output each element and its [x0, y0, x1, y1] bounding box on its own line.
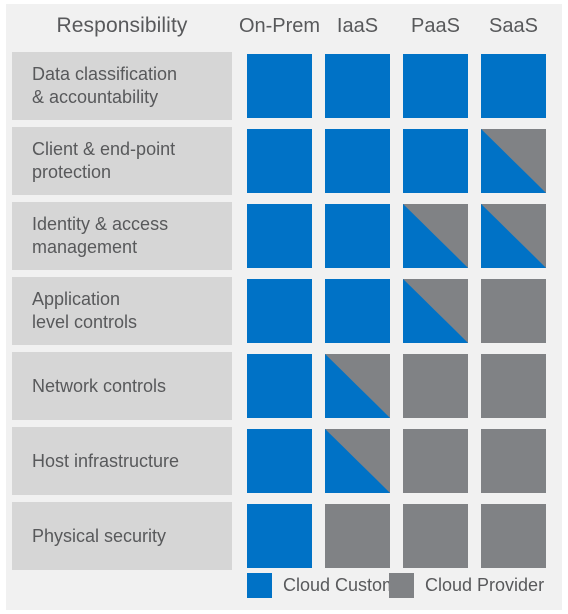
row-label-identity-access-management: Identity & access management [12, 202, 232, 270]
matrix-row: Host infrastructure [6, 427, 562, 495]
matrix-board: Responsibility On-Prem IaaS PaaS SaaS Da… [6, 4, 562, 610]
cell-r2-paas [403, 204, 468, 268]
cell-r1-paas [403, 129, 468, 193]
matrix-row: Data classification & accountability [6, 52, 562, 120]
matrix-row: Application level controls [6, 277, 562, 345]
cell-r5-on-prem [247, 429, 312, 493]
row-label-text: Application level controls [32, 289, 138, 332]
cell-r0-iaas [325, 54, 390, 118]
cell-r6-paas [403, 504, 468, 568]
legend-label-cloud-provider: Cloud Provider [425, 574, 545, 595]
cell-r3-iaas [325, 279, 390, 343]
cell-r0-paas [403, 54, 468, 118]
matrix-header-row: Responsibility On-Prem IaaS PaaS SaaS [6, 4, 562, 48]
row-label-host-infrastructure: Host infrastructure [12, 427, 232, 495]
cell-r1-on-prem [247, 129, 312, 193]
cell-r6-saas [481, 504, 546, 568]
matrix-row: Identity & access management [6, 202, 562, 270]
row-label-text: Data classification & accountability [32, 64, 178, 107]
cell-r1-saas [481, 129, 546, 193]
cell-r0-on-prem [247, 54, 312, 118]
cell-r6-on-prem [247, 504, 312, 568]
header-responsibility: Responsibility [56, 14, 188, 37]
row-label-application-level-controls: Application level controls [12, 277, 232, 345]
cell-r5-iaas [325, 429, 390, 493]
header-column-saas: SaaS [489, 14, 538, 37]
cell-r3-saas [481, 279, 546, 343]
header-column-iaas: IaaS [336, 14, 379, 37]
header-column-paas: PaaS [411, 14, 460, 37]
cell-r3-on-prem [247, 279, 312, 343]
cell-r2-on-prem [247, 204, 312, 268]
cell-r6-iaas [325, 504, 390, 568]
legend: Cloud Customer Cloud Provider [6, 560, 562, 610]
cell-r4-paas [403, 354, 468, 418]
row-label-text: Identity & access management [32, 214, 169, 257]
cell-r2-saas [481, 204, 546, 268]
row-label-network-controls: Network controls [12, 352, 232, 420]
row-label-text: Network controls [32, 375, 167, 396]
cell-r5-saas [481, 429, 546, 493]
row-label-client-endpoint-protection: Client & end-point protection [12, 127, 232, 195]
cell-r2-iaas [325, 204, 390, 268]
cell-r5-paas [403, 429, 468, 493]
matrix-row: Network controls [6, 352, 562, 420]
row-label-text: Host infrastructure [32, 450, 180, 471]
legend-swatch-customer-icon [247, 572, 272, 598]
cell-r4-iaas [325, 354, 390, 418]
row-label-data-classification: Data classification & accountability [12, 52, 232, 120]
cell-r4-saas [481, 354, 546, 418]
cell-r0-saas [481, 54, 546, 118]
cell-r1-iaas [325, 129, 390, 193]
row-label-text: Client & end-point protection [32, 139, 176, 182]
matrix-row: Client & end-point protection [6, 127, 562, 195]
row-label-text: Physical security [32, 525, 167, 546]
legend-swatch-provider-icon [389, 572, 414, 598]
cell-r4-on-prem [247, 354, 312, 418]
cell-r3-paas [403, 279, 468, 343]
legend-item-cloud-provider: Cloud Provider [389, 572, 544, 598]
shared-responsibility-matrix: Responsibility On-Prem IaaS PaaS SaaS Da… [0, 0, 568, 614]
header-column-on-prem: On-Prem [238, 14, 321, 37]
